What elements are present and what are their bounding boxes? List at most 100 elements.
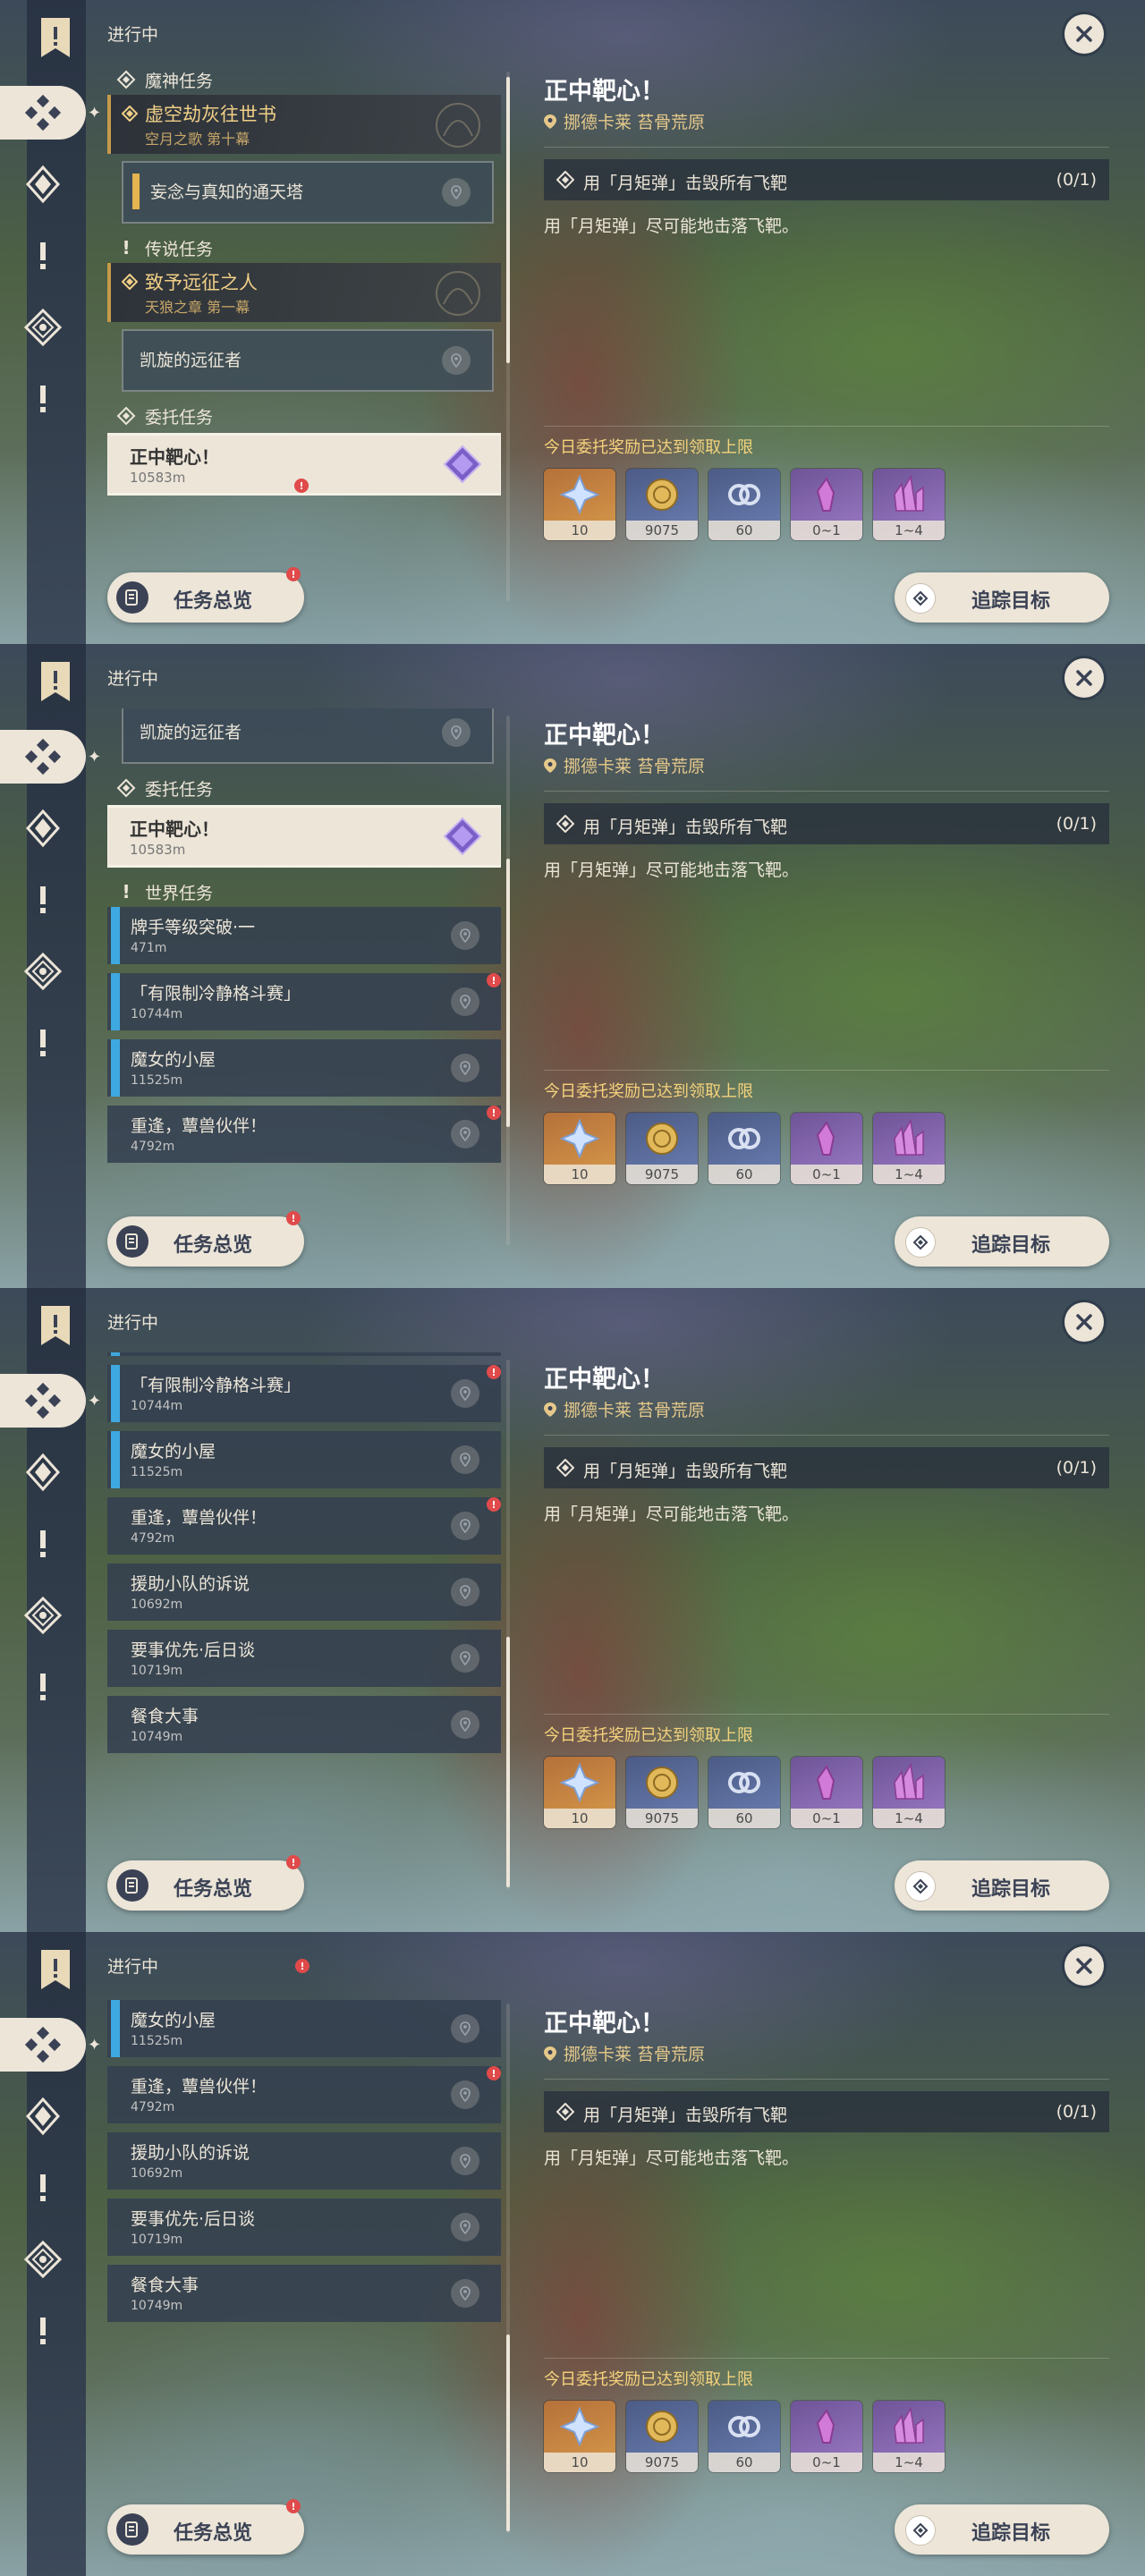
reward-item[interactable]: 10 — [544, 469, 615, 540]
tab-archon-quests[interactable] — [0, 1445, 86, 1499]
close-button[interactable] — [1064, 14, 1104, 54]
tab-all-quests[interactable] — [0, 86, 86, 140]
tab-all-quests[interactable] — [0, 730, 86, 784]
navigate-pin-button[interactable] — [451, 1054, 479, 1082]
quest-list-scrollbar[interactable] — [506, 1360, 510, 1889]
tab-archon-quests[interactable] — [0, 2089, 86, 2143]
reward-item[interactable]: 60 — [708, 2401, 780, 2472]
reward-item[interactable]: 9075 — [626, 2401, 698, 2472]
quest-overview-button[interactable]: 任务总览 ! — [107, 567, 304, 623]
navigate-pin-button[interactable] — [442, 718, 471, 747]
tab-archon-quests[interactable] — [0, 801, 86, 855]
reward-item[interactable]: 1~4 — [873, 1113, 945, 1184]
reward-item[interactable]: 0~1 — [791, 1113, 862, 1184]
tab-legend-quests[interactable] — [0, 229, 86, 283]
world-quest-row[interactable]: 魔女的小屋 11525m — [107, 2000, 501, 2057]
world-quest-row[interactable]: 魔女的小屋 11525m — [107, 1431, 501, 1488]
navigate-pin-button[interactable] — [442, 346, 471, 375]
reward-item[interactable]: 10 — [544, 1113, 615, 1184]
reward-item[interactable]: 9075 — [626, 469, 698, 540]
tab-commission-quests[interactable] — [0, 1589, 86, 1642]
tab-commission-quests[interactable] — [0, 2233, 86, 2286]
reward-item[interactable]: 1~4 — [873, 2401, 945, 2472]
navigate-pin-button[interactable] — [451, 1644, 479, 1673]
reward-item[interactable]: 0~1 — [791, 469, 862, 540]
navigate-pin-button[interactable] — [451, 2147, 479, 2175]
track-objective-button[interactable]: 追踪目标 — [895, 1860, 1109, 1911]
reward-item[interactable]: 10 — [544, 1757, 615, 1828]
navigate-pin-button[interactable] — [451, 1445, 479, 1474]
navigate-pin-button[interactable] — [451, 921, 479, 950]
tab-world-quests[interactable] — [0, 1660, 86, 1714]
world-quest-row[interactable]: 「有限制冷静格斗赛」 10744m! — [107, 1365, 501, 1422]
archon-quest-card[interactable]: 虚空劫灰往世书 空月之歌 第十幕 — [107, 95, 501, 154]
track-objective-button[interactable]: 追踪目标 — [895, 1216, 1109, 1267]
world-quest-row[interactable]: 援助小队的诉说 10692m — [107, 2132, 501, 2190]
quest-list[interactable]: 牌手等级突破·一471m 「有限制冷静格斗赛」 10744m! 魔女的小屋 11525m… — [107, 1352, 501, 1880]
navigate-pin-button[interactable] — [451, 1578, 479, 1606]
reward-item[interactable]: 60 — [708, 1113, 780, 1184]
navigate-pin-button[interactable] — [451, 1512, 479, 1540]
scrollbar-thumb[interactable] — [506, 859, 510, 1127]
navigate-pin-button[interactable] — [451, 2213, 479, 2241]
legend-quest-step[interactable]: 凯旋的远征者 — [122, 708, 494, 764]
close-button[interactable] — [1064, 658, 1104, 698]
commission-quest-card-selected[interactable]: 正中靶心！ 10583m! — [107, 433, 501, 496]
quest-list[interactable]: 凯旋的远征者 委托任务 正中靶心！ 10583m! 世界任务 牌手等级突破·一 471m 「有… — [107, 708, 501, 1236]
tab-commission-quests[interactable] — [0, 301, 86, 354]
scrollbar-thumb[interactable] — [506, 77, 510, 363]
navigate-pin-button[interactable] — [451, 2080, 479, 2109]
tab-legend-quests[interactable] — [0, 873, 86, 927]
navigate-pin-button[interactable] — [451, 1379, 479, 1408]
world-quest-row[interactable]: 餐食大事 10749m — [107, 2265, 501, 2322]
world-quest-row[interactable]: 要事优先·后日谈 10719m — [107, 2199, 501, 2256]
quest-list-scrollbar[interactable] — [506, 2004, 510, 2533]
reward-item[interactable]: 1~4 — [873, 469, 945, 540]
scrollbar-thumb[interactable] — [506, 2334, 510, 2531]
world-quest-row[interactable]: 重逢，蕈兽伙伴！ 4792m! — [107, 1497, 501, 1555]
navigate-pin-button[interactable] — [451, 2279, 479, 2308]
tab-world-quests[interactable] — [0, 2304, 86, 2358]
close-button[interactable] — [1064, 1946, 1104, 1986]
reward-item[interactable]: 0~1 — [791, 1757, 862, 1828]
world-quest-row[interactable]: 牌手等级突破·一 471m — [107, 907, 501, 964]
world-quest-row[interactable]: 重逢，蕈兽伙伴！ 4792m! — [107, 2066, 501, 2123]
tab-archon-quests[interactable] — [0, 157, 86, 211]
reward-item[interactable]: 9075 — [626, 1113, 698, 1184]
archon-quest-step[interactable]: 妄念与真知的通天塔 — [122, 161, 494, 224]
reward-item[interactable]: 1~4 — [873, 1757, 945, 1828]
track-objective-button[interactable]: 追踪目标 — [895, 572, 1109, 623]
reward-item[interactable]: 60 — [708, 469, 780, 540]
quest-list-scrollbar[interactable] — [506, 72, 510, 601]
commission-quest-card-selected[interactable]: 正中靶心！ 10583m — [107, 805, 501, 868]
navigate-pin-button[interactable] — [451, 2014, 479, 2043]
tab-legend-quests[interactable] — [0, 2161, 86, 2215]
world-quest-row[interactable]: 重逢，蕈兽伙伴！ 4792m! — [107, 1106, 501, 1163]
navigate-pin-button[interactable] — [451, 1120, 479, 1148]
reward-item[interactable]: 10 — [544, 2401, 615, 2472]
world-quest-row[interactable]: 要事优先·后日谈 10719m — [107, 1630, 501, 1687]
tab-world-quests[interactable] — [0, 1016, 86, 1070]
quest-overview-button[interactable]: 任务总览 ! — [107, 2499, 304, 2555]
quest-overview-button[interactable]: 任务总览 ! — [107, 1211, 304, 1267]
quest-list-scrollbar[interactable] — [506, 716, 510, 1245]
reward-item[interactable]: 9075 — [626, 1757, 698, 1828]
track-objective-button[interactable]: 追踪目标 — [895, 2504, 1109, 2555]
legend-quest-card[interactable]: 致予远征之人 天狼之章 第一幕 — [107, 263, 501, 322]
tab-commission-quests[interactable] — [0, 945, 86, 998]
world-quest-row[interactable]: 援助小队的诉说 10692m — [107, 1563, 501, 1621]
tab-all-quests[interactable] — [0, 1374, 86, 1428]
world-quest-row[interactable]: 魔女的小屋 11525m — [107, 1039, 501, 1097]
reward-item[interactable]: 0~1 — [791, 2401, 862, 2472]
navigate-pin-button[interactable] — [451, 1710, 479, 1739]
reward-item[interactable]: 60 — [708, 1757, 780, 1828]
quest-list[interactable]: 魔神任务 虚空劫灰往世书 空月之歌 第十幕 妄念与真知的通天塔! 传说任务 致予远征之人天… — [107, 64, 501, 592]
tab-all-quests[interactable] — [0, 2018, 86, 2072]
navigate-pin-button[interactable] — [451, 987, 479, 1016]
quest-overview-button[interactable]: 任务总览 ! — [107, 1855, 304, 1911]
tab-legend-quests[interactable] — [0, 1517, 86, 1571]
tab-world-quests[interactable] — [0, 372, 86, 426]
close-button[interactable] — [1064, 1302, 1104, 1342]
world-quest-row[interactable]: 餐食大事 10749m — [107, 1696, 501, 1753]
quest-list[interactable]: 魔女的小屋 11525m 重逢，蕈兽伙伴！ 4792m! 援助小队的诉说 10692m 要事… — [107, 1996, 501, 2524]
